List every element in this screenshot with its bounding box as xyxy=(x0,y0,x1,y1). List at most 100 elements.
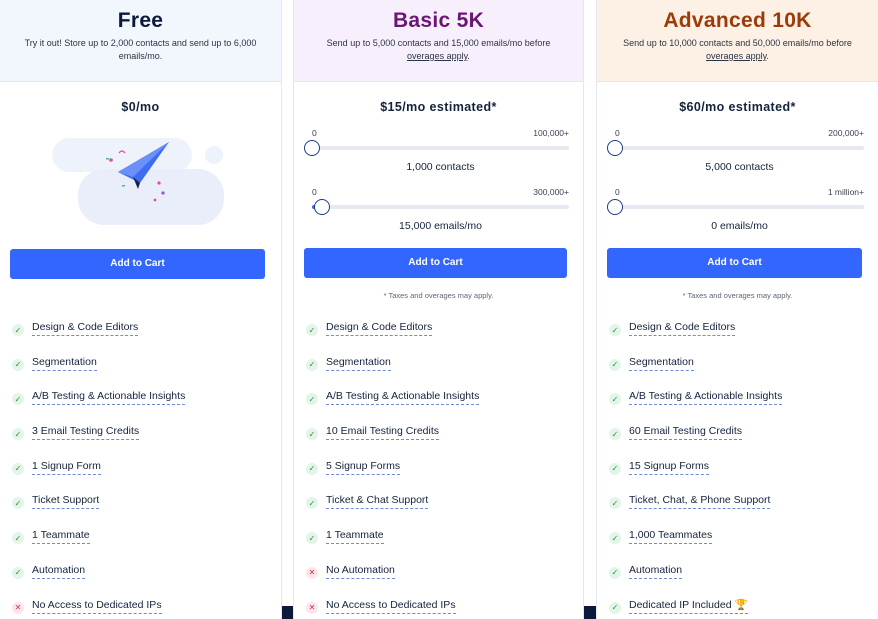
feature-item: ✓ Ticket Support xyxy=(12,493,273,528)
feature-item: ✓ Segmentation xyxy=(12,355,273,390)
slider-value: 5,000 contacts xyxy=(705,161,774,173)
slider-track[interactable] xyxy=(607,140,864,156)
slider-track[interactable] xyxy=(304,140,569,156)
feature-item: ✓ Segmentation xyxy=(306,355,575,390)
feature-item: ✓ A/B Testing & Actionable Insights xyxy=(609,389,870,424)
check-icon: ✓ xyxy=(12,358,24,371)
feature-item: ✓ Automation xyxy=(609,563,870,598)
check-icon: ✓ xyxy=(609,601,621,614)
add-to-cart-button[interactable]: Add to Cart xyxy=(607,248,862,278)
plan-price: $60/mo estimated* xyxy=(679,100,796,114)
slider-track[interactable] xyxy=(312,199,569,215)
feature-item: ✓ Ticket & Chat Support xyxy=(306,493,575,528)
add-to-cart-button[interactable]: Add to Cart xyxy=(10,249,265,279)
feature-label[interactable]: Automation xyxy=(629,563,683,579)
feature-item: ✓ 5 Signup Forms xyxy=(306,459,575,494)
check-icon: ✓ xyxy=(609,393,621,406)
feature-label[interactable]: 1,000 Teammates xyxy=(629,528,713,545)
feature-item: ✓ 3 Email Testing Credits xyxy=(12,424,273,459)
check-icon: ✓ xyxy=(609,462,621,475)
slider-value: 0 emails/mo xyxy=(711,220,768,232)
contacts-slider: 0 100,000+ 1,000 contacts xyxy=(304,128,569,173)
feature-item: ✓ A/B Testing & Actionable Insights xyxy=(12,389,273,424)
scroll-edge-marker xyxy=(584,606,596,619)
feature-label[interactable]: Segmentation xyxy=(32,355,97,371)
plan-price: $15/mo estimated* xyxy=(380,100,497,114)
check-icon: ✓ xyxy=(609,428,621,441)
plan-title: Advanced 10K xyxy=(663,9,812,32)
slider-thumb[interactable] xyxy=(304,140,320,156)
feature-label[interactable]: Ticket, Chat, & Phone Support xyxy=(629,493,771,510)
feature-label[interactable]: 1 Signup Form xyxy=(32,459,101,475)
feature-label[interactable]: Segmentation xyxy=(629,355,694,371)
feature-label[interactable]: 60 Email Testing Credits xyxy=(629,424,743,441)
check-icon: ✓ xyxy=(609,324,621,336)
feature-item: ✓ Segmentation xyxy=(609,355,870,390)
feature-label[interactable]: Automation xyxy=(32,563,86,579)
feature-label[interactable]: No Access to Dedicated IPs xyxy=(32,598,162,614)
feature-item: ✓ 1 Teammate xyxy=(12,528,273,563)
tax-note: * Taxes and overages may apply. xyxy=(682,291,793,300)
feature-label[interactable]: A/B Testing & Actionable Insights xyxy=(326,389,480,406)
check-icon: ✓ xyxy=(12,497,24,510)
feature-label[interactable]: Design & Code Editors xyxy=(326,320,433,336)
feature-label[interactable]: 15 Signup Forms xyxy=(629,459,709,475)
feature-label[interactable]: 10 Email Testing Credits xyxy=(326,424,440,441)
slider-min: 0 xyxy=(615,187,620,197)
feature-item: ✓ Automation xyxy=(12,563,273,598)
feature-label[interactable]: Ticket Support xyxy=(32,493,100,510)
slider-min: 0 xyxy=(312,187,317,197)
slider-min: 0 xyxy=(615,128,620,138)
slider-max: 200,000+ xyxy=(828,128,864,138)
add-to-cart-button[interactable]: Add to Cart xyxy=(304,248,567,278)
check-icon: ✓ xyxy=(12,428,24,441)
check-icon: ✓ xyxy=(12,566,24,579)
check-icon: ✓ xyxy=(609,566,621,579)
feature-item: ✕ No Access to Dedicated IPs xyxy=(12,598,273,619)
feature-item: ✕ No Automation xyxy=(306,563,575,598)
feature-item: ✓ 60 Email Testing Credits xyxy=(609,424,870,459)
plan-price: $0/mo xyxy=(121,100,160,114)
feature-label[interactable]: No Access to Dedicated IPs xyxy=(326,598,456,614)
feature-label[interactable]: 1 Teammate xyxy=(32,528,90,545)
check-icon: ✓ xyxy=(306,428,318,441)
feature-label[interactable]: A/B Testing & Actionable Insights xyxy=(32,389,186,406)
tax-note: * Taxes and overages may apply. xyxy=(383,291,494,300)
feature-item: ✓ Design & Code Editors xyxy=(12,320,273,355)
check-icon: ✓ xyxy=(306,358,318,371)
feature-label[interactable]: 3 Email Testing Credits xyxy=(32,424,140,441)
plan-header: Advanced 10K Send up to 10,000 contacts … xyxy=(597,0,878,82)
feature-item: ✓ Design & Code Editors xyxy=(609,320,870,355)
emails-slider: 0 1 million+ 0 emails/mo xyxy=(607,187,864,232)
check-icon: ✓ xyxy=(306,497,318,510)
slider-thumb[interactable] xyxy=(314,199,331,215)
slider-thumb[interactable] xyxy=(607,199,623,215)
feature-item: ✓ 15 Signup Forms xyxy=(609,459,870,494)
feature-label[interactable]: Design & Code Editors xyxy=(32,320,139,336)
feature-label[interactable]: No Automation xyxy=(326,563,395,579)
feature-item: ✓ 1,000 Teammates xyxy=(609,528,870,563)
x-icon: ✕ xyxy=(306,566,318,579)
check-icon: ✓ xyxy=(12,462,24,475)
slider-max: 100,000+ xyxy=(533,128,569,138)
feature-label[interactable]: Ticket & Chat Support xyxy=(326,493,429,510)
feature-label[interactable]: 1 Teammate xyxy=(326,528,384,545)
check-icon: ✓ xyxy=(306,462,318,475)
feature-item: ✓ 1 Signup Form xyxy=(12,459,273,494)
feature-label[interactable]: Design & Code Editors xyxy=(629,320,736,336)
slider-thumb[interactable] xyxy=(607,140,623,156)
feature-label[interactable]: 5 Signup Forms xyxy=(326,459,401,475)
overages-link[interactable]: overages apply xyxy=(407,51,467,61)
feature-item: ✕ No Access to Dedicated IPs xyxy=(306,598,575,619)
plan-description: Try it out! Store up to 2,000 contacts a… xyxy=(24,38,257,61)
feature-label[interactable]: Dedicated IP Included 🏆 xyxy=(629,598,748,614)
feature-label[interactable]: Segmentation xyxy=(326,355,391,371)
check-icon: ✓ xyxy=(12,324,24,336)
check-icon: ✓ xyxy=(609,358,621,371)
slider-track[interactable] xyxy=(607,199,864,215)
feature-item: ✓ 1 Teammate xyxy=(306,528,575,563)
overages-link[interactable]: overages apply xyxy=(706,51,766,61)
feature-label[interactable]: A/B Testing & Actionable Insights xyxy=(629,389,783,406)
emails-slider: 0 300,000+ 15,000 emails/mo xyxy=(312,187,569,232)
feature-list: ✓ Design & Code Editors ✓ Segmentation ✓ A/… xyxy=(12,320,273,619)
